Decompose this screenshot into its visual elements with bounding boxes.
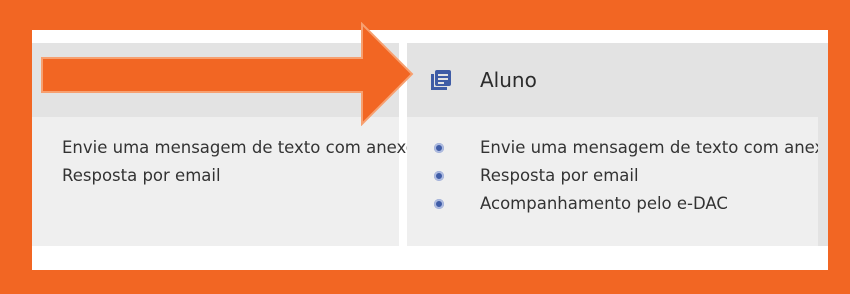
list-item: Acompanhamento pelo e-DAC: [480, 194, 728, 213]
radio-bullet-icon: [434, 143, 444, 153]
aluno-card-header: Aluno: [407, 43, 818, 117]
radio-bullet-icon: [434, 199, 444, 209]
highlight-frame-bottom: [0, 270, 850, 294]
card-title: Aluno: [480, 68, 537, 92]
highlight-frame-right: [828, 0, 850, 294]
list-item: Resposta por email: [62, 166, 221, 185]
list-item: Envie uma mensagem de texto com anexo: [62, 138, 416, 157]
aluno-option-card[interactable]: Aluno Envie uma mensagem de texto com an…: [407, 43, 834, 246]
highlight-frame-left: [0, 0, 32, 294]
radio-bullet-icon: [434, 171, 444, 181]
list-item: Envie uma mensagem de texto com anexo: [480, 138, 834, 157]
document-list-icon: [431, 70, 451, 90]
list-item: Resposta por email: [480, 166, 639, 185]
annotation-arrow-icon: [41, 22, 414, 126]
